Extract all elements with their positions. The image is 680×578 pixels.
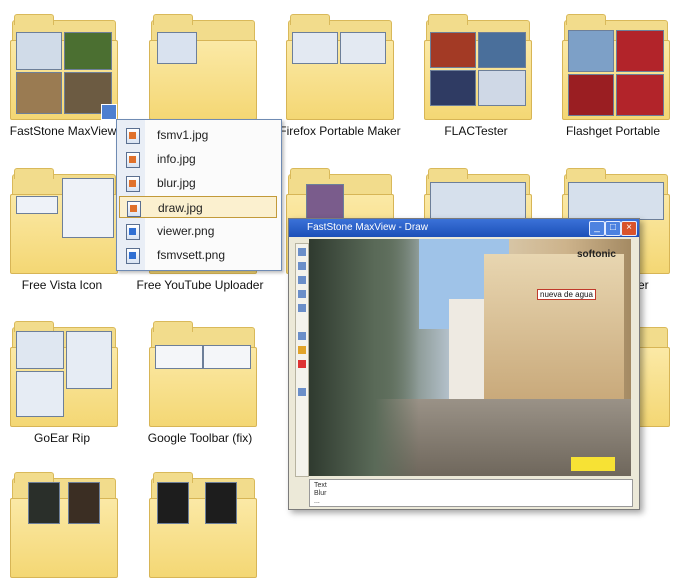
- folder-label: Google Toolbar (fix): [147, 431, 253, 445]
- menu-item[interactable]: fsmvsett.png: [119, 244, 277, 266]
- folder-firefox-portable-maker[interactable]: [286, 14, 394, 120]
- folder-preview: [616, 30, 664, 72]
- folder-preview: [568, 74, 614, 116]
- folder-preview: [66, 331, 112, 389]
- jpg-file-icon: [126, 128, 140, 144]
- tool-icon[interactable]: [298, 304, 306, 312]
- folder-preview: [16, 32, 62, 70]
- folder-preview: [292, 32, 338, 64]
- folder-preview: [157, 482, 189, 524]
- folder-label: FastStone MaxView: [9, 124, 117, 138]
- folder-preview: [568, 182, 664, 220]
- folder-preview: [568, 30, 614, 72]
- folder-preview: [157, 32, 197, 64]
- folder-preview: [478, 70, 526, 106]
- png-file-icon: [126, 248, 140, 264]
- close-icon[interactable]: ×: [621, 221, 637, 236]
- folder-preview: [28, 482, 60, 524]
- tool-icon[interactable]: [298, 290, 306, 298]
- drawing-toolbar: [295, 243, 309, 477]
- folder-unnamed-7[interactable]: [149, 472, 257, 578]
- maximize-icon[interactable]: □: [605, 221, 621, 236]
- folder-preview: [16, 196, 58, 214]
- folder-preview: [306, 184, 344, 220]
- folder-faststone[interactable]: [10, 14, 118, 120]
- folder-free-vista-icon[interactable]: [10, 168, 118, 274]
- preview-titlebar: FastStone MaxView - Draw _ □ ×: [289, 219, 639, 237]
- folder-label: FLACTester: [444, 124, 508, 138]
- folder-flactester[interactable]: [424, 14, 532, 120]
- folder-label: er: [638, 278, 649, 292]
- menu-item[interactable]: fsmv1.jpg: [119, 124, 277, 146]
- minimize-icon[interactable]: _: [589, 221, 605, 236]
- tool-icon[interactable]: [298, 388, 306, 396]
- tool-icon[interactable]: [298, 262, 306, 270]
- jpg-file-icon: [126, 176, 140, 192]
- folder-label: Free Vista Icon: [21, 278, 103, 292]
- tool-icon[interactable]: [298, 346, 306, 354]
- folder-preview: [68, 482, 100, 524]
- folder-preview: [478, 32, 526, 68]
- folder-preview: [62, 178, 114, 238]
- highlight-box: [571, 457, 615, 471]
- folder-label: Free YouTube Uploader: [136, 278, 264, 292]
- tool-icon[interactable]: [298, 360, 306, 368]
- text-annotation: nueva de agua: [537, 289, 596, 300]
- menu-item-selected[interactable]: draw.jpg: [119, 196, 277, 218]
- folder-google-toolbar[interactable]: [149, 321, 257, 427]
- menu-item[interactable]: info.jpg: [119, 148, 277, 170]
- tool-icon[interactable]: [298, 276, 306, 284]
- folder-preview: [430, 70, 476, 106]
- folder-preview: [203, 345, 251, 369]
- folder-preview: [16, 331, 64, 369]
- folder-preview: [616, 74, 664, 116]
- png-file-icon: [126, 224, 140, 240]
- folder-preview: [205, 482, 237, 524]
- preview-photo: softonic nueva de agua: [309, 239, 631, 476]
- folder-preview: [64, 32, 112, 70]
- jpg-file-icon: [126, 152, 140, 168]
- folder-label: GoEar Rip: [33, 431, 91, 445]
- tool-icon[interactable]: [298, 332, 306, 340]
- folder-preview: [430, 32, 476, 68]
- tool-icon[interactable]: [298, 248, 306, 256]
- folder-label: Flashget Portable: [565, 124, 661, 138]
- folder-preview: [340, 32, 386, 64]
- menu-item[interactable]: viewer.png: [119, 220, 277, 242]
- folder-label: Firefox Portable Maker: [279, 124, 401, 138]
- folder-preview: [155, 345, 203, 369]
- folder-flashget-portable[interactable]: [562, 14, 670, 120]
- folder-unnamed-6[interactable]: [10, 472, 118, 578]
- jpg-file-icon: [127, 201, 141, 217]
- folder-preview: [16, 371, 64, 417]
- file-context-menu: fsmv1.jpg info.jpg blur.jpg draw.jpg vie…: [116, 119, 282, 271]
- preview-status-panel: Text Blur ...: [309, 479, 633, 507]
- folder-preview: [16, 72, 62, 114]
- preview-title: FastStone MaxView - Draw: [307, 222, 428, 233]
- folder-goear-rip[interactable]: [10, 321, 118, 427]
- folder-unnamed-1[interactable]: [149, 14, 257, 120]
- folder-preview: [430, 182, 526, 220]
- image-preview-popup: FastStone MaxView - Draw _ □ × softonic …: [288, 218, 640, 510]
- watermark-logo: softonic: [577, 249, 616, 260]
- menu-item[interactable]: blur.jpg: [119, 172, 277, 194]
- download-arrow-icon[interactable]: [101, 104, 117, 120]
